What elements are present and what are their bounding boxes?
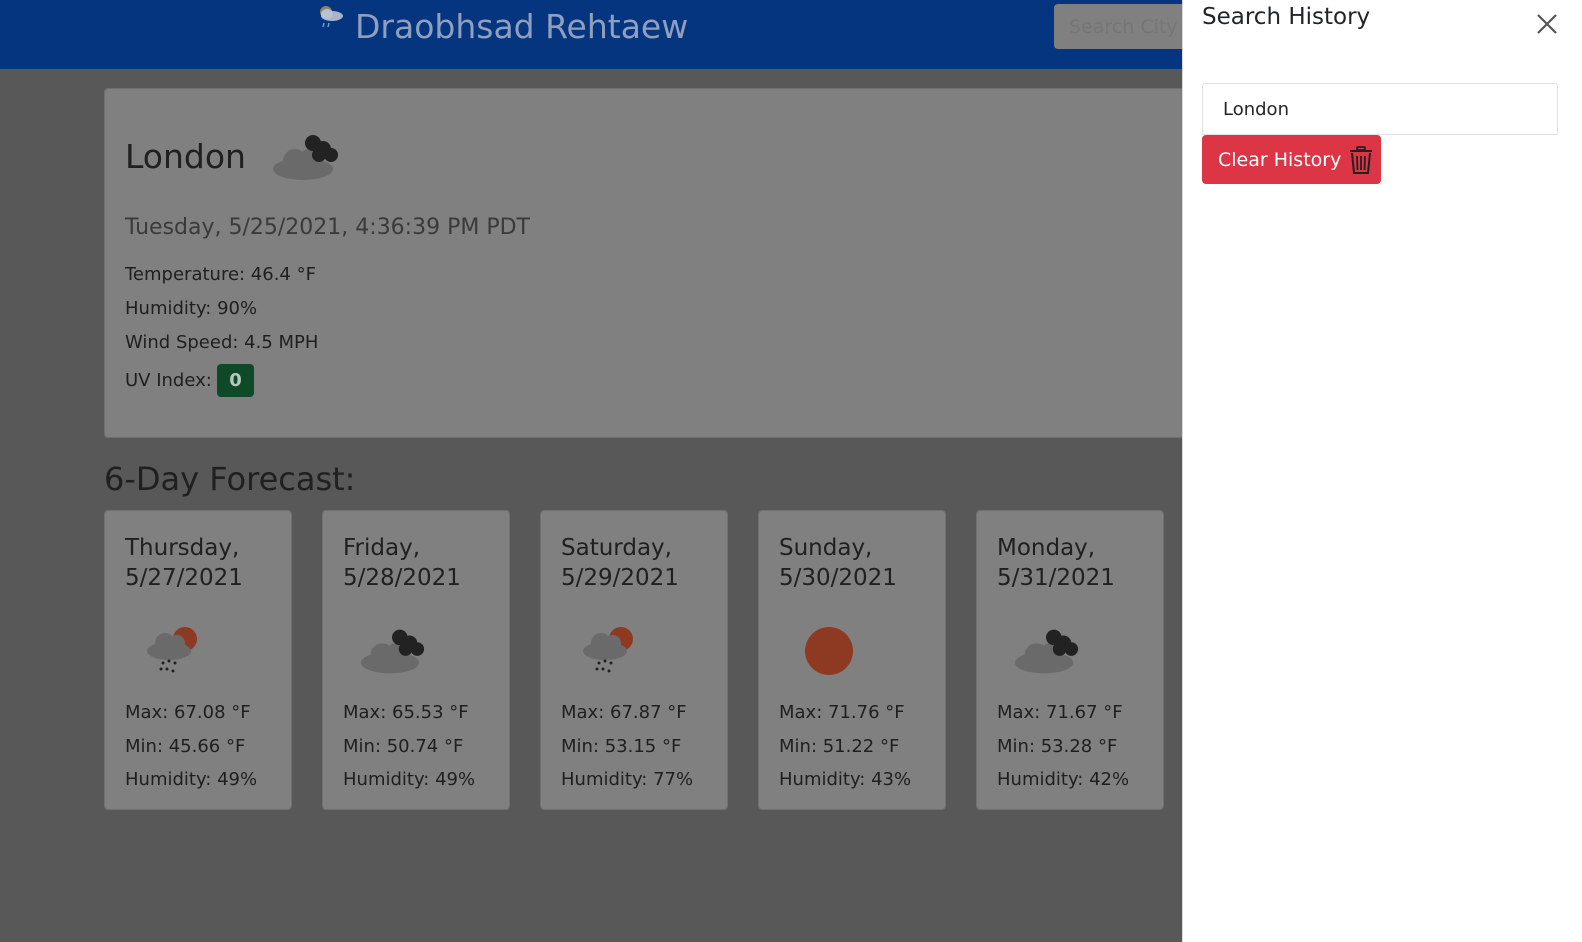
forecast-card: Thursday, 5/27/2021 Max: 67.08 °F Min: 4… bbox=[104, 510, 292, 810]
rain-sun-icon bbox=[147, 627, 197, 673]
current-weather-card: London Tuesday, 5/25/2021, 4:36:39 PM PD… bbox=[104, 88, 1214, 438]
forecast-min: Min: 50.74 °F bbox=[343, 736, 464, 757]
forecast-humidity: Humidity: 42% bbox=[997, 769, 1130, 790]
forecast-day: Saturday, bbox=[561, 535, 672, 561]
forecast-min: Min: 45.66 °F bbox=[125, 736, 246, 757]
forecast-date: Sunday, 5/30/2021 bbox=[779, 533, 897, 593]
sidebar-title: Search History bbox=[1202, 4, 1371, 30]
forecast-min: Min: 53.15 °F bbox=[561, 736, 682, 757]
forecast-date-value: 5/29/2021 bbox=[561, 565, 679, 591]
city-name: London bbox=[125, 137, 246, 176]
app-title: Draobhsad Rehtaew bbox=[355, 7, 689, 46]
forecast-max: Max: 67.87 °F bbox=[561, 702, 687, 723]
forecast-date-value: 5/31/2021 bbox=[997, 565, 1115, 591]
forecast-humidity: Humidity: 49% bbox=[125, 769, 258, 790]
forecast-humidity: Humidity: 49% bbox=[343, 769, 476, 790]
search-history-sidebar: Search History London Clear History bbox=[1183, 0, 1582, 942]
forecast-date-value: 5/30/2021 bbox=[779, 565, 897, 591]
search-city-input[interactable] bbox=[1054, 4, 1194, 49]
forecast-day: Friday, bbox=[343, 535, 421, 561]
sun-icon bbox=[805, 627, 853, 675]
forecast-card: Saturday, 5/29/2021 Max: 67.87 °F Min: 5… bbox=[540, 510, 728, 810]
forecast-date: Friday, 5/28/2021 bbox=[343, 533, 461, 593]
current-wind-speed: Wind Speed: 4.5 MPH bbox=[125, 332, 319, 353]
forecast-date-value: 5/28/2021 bbox=[343, 565, 461, 591]
weather-logo-icon bbox=[320, 6, 343, 28]
forecast-date: Saturday, 5/29/2021 bbox=[561, 533, 679, 593]
cloudy-icon bbox=[273, 135, 338, 180]
forecast-date: Monday, 5/31/2021 bbox=[997, 533, 1115, 593]
uv-index-label: UV Index: bbox=[125, 370, 212, 391]
forecast-min: Min: 53.28 °F bbox=[997, 736, 1118, 757]
forecast-max: Max: 71.67 °F bbox=[997, 702, 1123, 723]
forecast-card: Sunday, 5/30/2021 Max: 71.76 °F Min: 51.… bbox=[758, 510, 946, 810]
forecast-max: Max: 71.76 °F bbox=[779, 702, 905, 723]
cloudy-icon bbox=[360, 629, 425, 674]
current-temperature: Temperature: 46.4 °F bbox=[125, 264, 316, 285]
forecast-humidity: Humidity: 77% bbox=[561, 769, 694, 790]
forecast-card: Monday, 5/31/2021 Max: 71.67 °F Min: 53.… bbox=[976, 510, 1164, 810]
close-icon[interactable] bbox=[1533, 10, 1561, 38]
current-humidity: Humidity: 90% bbox=[125, 298, 258, 319]
clear-history-label: Clear History bbox=[1218, 148, 1342, 171]
cloudy-icon bbox=[1014, 629, 1079, 674]
forecast-max: Max: 65.53 °F bbox=[343, 702, 469, 723]
forecast-card: Friday, 5/28/2021 Max: 65.53 °F Min: 50.… bbox=[322, 510, 510, 810]
forecast-min: Min: 51.22 °F bbox=[779, 736, 900, 757]
forecast-heading: 6-Day Forecast: bbox=[104, 460, 356, 498]
current-datetime: Tuesday, 5/25/2021, 4:36:39 PM PDT bbox=[125, 215, 530, 240]
uv-index-badge: 0 bbox=[217, 364, 254, 397]
clear-history-button[interactable]: Clear History bbox=[1202, 135, 1381, 184]
forecast-day: Sunday, bbox=[779, 535, 873, 561]
forecast-max: Max: 67.08 °F bbox=[125, 702, 251, 723]
rain-sun-icon bbox=[583, 627, 633, 673]
trash-icon bbox=[1350, 145, 1373, 174]
forecast-humidity: Humidity: 43% bbox=[779, 769, 912, 790]
forecast-day: Thursday, bbox=[125, 535, 240, 561]
forecast-date: Thursday, 5/27/2021 bbox=[125, 533, 243, 593]
forecast-day: Monday, bbox=[997, 535, 1096, 561]
forecast-date-value: 5/27/2021 bbox=[125, 565, 243, 591]
history-item[interactable]: London bbox=[1202, 83, 1558, 135]
